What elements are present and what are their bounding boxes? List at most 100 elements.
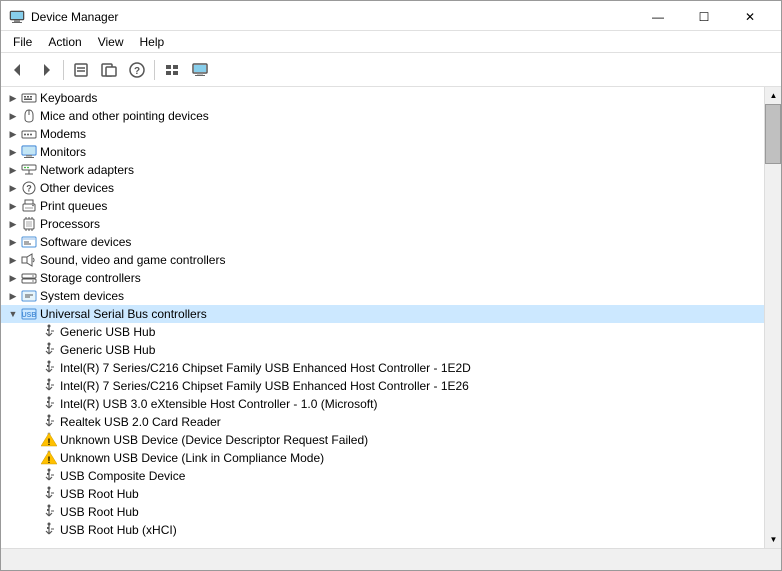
tree-item[interactable]: USB Root Hub (xHCI) — [1, 521, 764, 539]
toolbar-update[interactable] — [96, 57, 122, 83]
svg-text:?: ? — [26, 184, 32, 194]
toolbar-monitor[interactable] — [187, 57, 213, 83]
no-expand-btn — [25, 503, 41, 521]
expand-collapse-btn[interactable]: ▶ — [5, 215, 21, 233]
usb-dev-icon — [41, 414, 57, 430]
device-manager-window: Device Manager — ☐ ✕ File Action View He… — [0, 0, 782, 571]
scrollbar-thumb[interactable] — [765, 104, 781, 164]
expand-collapse-btn[interactable]: ▶ — [5, 107, 21, 125]
tree-item[interactable]: Generic USB Hub — [1, 341, 764, 359]
scrollbar-vertical[interactable]: ▲ ▼ — [764, 87, 781, 548]
monitor-icon — [21, 144, 37, 160]
menu-action[interactable]: Action — [40, 33, 89, 51]
maximize-button[interactable]: ☐ — [681, 7, 727, 27]
usb-dev-icon — [41, 342, 57, 358]
expand-collapse-btn[interactable]: ▶ — [5, 251, 21, 269]
tree-item[interactable]: ▼USBUniversal Serial Bus controllers — [1, 305, 764, 323]
print-icon — [21, 198, 37, 214]
tree-item[interactable]: Intel(R) 7 Series/C216 Chipset Family US… — [1, 377, 764, 395]
tree-item[interactable]: USB Root Hub — [1, 485, 764, 503]
usb-dev-icon — [41, 324, 57, 340]
tree-item[interactable]: ▶ Monitors — [1, 143, 764, 161]
tree-item[interactable]: !Unknown USB Device (Link in Compliance … — [1, 449, 764, 467]
usb-dev-icon — [41, 522, 57, 538]
tree-item[interactable]: Realtek USB 2.0 Card Reader — [1, 413, 764, 431]
item-label: Software devices — [40, 235, 131, 249]
close-button[interactable]: ✕ — [727, 7, 773, 27]
warn-dev-icon: ! — [41, 450, 57, 466]
tree-item[interactable]: ▶ Modems — [1, 125, 764, 143]
scroll-down-button[interactable]: ▼ — [765, 531, 781, 548]
modem-icon — [21, 126, 37, 142]
no-expand-btn — [25, 467, 41, 485]
item-label: Processors — [40, 217, 100, 231]
no-expand-btn — [25, 431, 41, 449]
item-label: Network adapters — [40, 163, 134, 177]
item-label: Unknown USB Device (Link in Compliance M… — [60, 451, 324, 465]
item-label: USB Root Hub — [60, 487, 139, 501]
software-icon — [21, 234, 37, 250]
toolbar-view[interactable] — [159, 57, 185, 83]
item-label: Print queues — [40, 199, 107, 213]
expand-collapse-btn[interactable]: ▶ — [5, 179, 21, 197]
no-expand-btn — [25, 377, 41, 395]
scroll-up-button[interactable]: ▲ — [765, 87, 781, 104]
expand-collapse-btn[interactable]: ▼ — [5, 305, 21, 323]
toolbar: ? — [1, 53, 781, 87]
tree-item[interactable]: ▶ Software devices — [1, 233, 764, 251]
system-icon — [21, 288, 37, 304]
toolbar-forward[interactable] — [33, 57, 59, 83]
menu-file[interactable]: File — [5, 33, 40, 51]
tree-item[interactable]: ▶ Mice and other pointing devices — [1, 107, 764, 125]
item-label: Storage controllers — [40, 271, 141, 285]
item-label: Unknown USB Device (Device Descriptor Re… — [60, 433, 368, 447]
window-title: Device Manager — [31, 10, 118, 24]
tree-item[interactable]: USB Composite Device — [1, 467, 764, 485]
svg-text:!: ! — [48, 437, 51, 447]
svg-text:?: ? — [134, 66, 140, 77]
tree-view[interactable]: ▶Keyboards▶Mice and other pointing devic… — [1, 87, 764, 548]
tree-item[interactable]: Intel(R) 7 Series/C216 Chipset Family US… — [1, 359, 764, 377]
tree-item[interactable]: ▶Keyboards — [1, 89, 764, 107]
tree-item[interactable]: ▶ Storage controllers — [1, 269, 764, 287]
toolbar-back[interactable] — [5, 57, 31, 83]
item-label: Universal Serial Bus controllers — [40, 307, 207, 321]
expand-collapse-btn[interactable]: ▶ — [5, 125, 21, 143]
tree-item[interactable]: USB Root Hub — [1, 503, 764, 521]
item-label: Modems — [40, 127, 86, 141]
no-expand-btn — [25, 341, 41, 359]
item-label: USB Root Hub (xHCI) — [60, 523, 177, 537]
item-label: USB Composite Device — [60, 469, 185, 483]
item-label: Monitors — [40, 145, 86, 159]
tree-item[interactable]: ▶?Other devices — [1, 179, 764, 197]
expand-collapse-btn[interactable]: ▶ — [5, 89, 21, 107]
usb-dev-icon — [41, 504, 57, 520]
tree-item[interactable]: ▶Sound, video and game controllers — [1, 251, 764, 269]
expand-collapse-btn[interactable]: ▶ — [5, 143, 21, 161]
expand-collapse-btn[interactable]: ▶ — [5, 269, 21, 287]
title-bar-left: Device Manager — [9, 9, 118, 25]
item-label: Intel(R) 7 Series/C216 Chipset Family US… — [60, 379, 469, 393]
usb-dev-icon — [41, 360, 57, 376]
usb-icon: USB — [21, 306, 37, 322]
minimize-button[interactable]: — — [635, 7, 681, 27]
expand-collapse-btn[interactable]: ▶ — [5, 161, 21, 179]
menu-view[interactable]: View — [90, 33, 132, 51]
tree-item[interactable]: Intel(R) USB 3.0 eXtensible Host Control… — [1, 395, 764, 413]
expand-collapse-btn[interactable]: ▶ — [5, 287, 21, 305]
tree-item[interactable]: ▶ Processors — [1, 215, 764, 233]
toolbar-help[interactable]: ? — [124, 57, 150, 83]
menu-help[interactable]: Help — [132, 33, 173, 51]
tree-item[interactable]: ▶System devices — [1, 287, 764, 305]
title-bar: Device Manager — ☐ ✕ — [1, 1, 781, 31]
expand-collapse-btn[interactable]: ▶ — [5, 233, 21, 251]
tree-item[interactable]: ▶ Print queues — [1, 197, 764, 215]
item-label: Mice and other pointing devices — [40, 109, 209, 123]
tree-item[interactable]: Generic USB Hub — [1, 323, 764, 341]
tree-item[interactable]: ▶ Network adapters — [1, 161, 764, 179]
no-expand-btn — [25, 521, 41, 539]
expand-collapse-btn[interactable]: ▶ — [5, 197, 21, 215]
tree-item[interactable]: ! Unknown USB Device (Device Descriptor R… — [1, 431, 764, 449]
item-label: USB Root Hub — [60, 505, 139, 519]
toolbar-properties[interactable] — [68, 57, 94, 83]
